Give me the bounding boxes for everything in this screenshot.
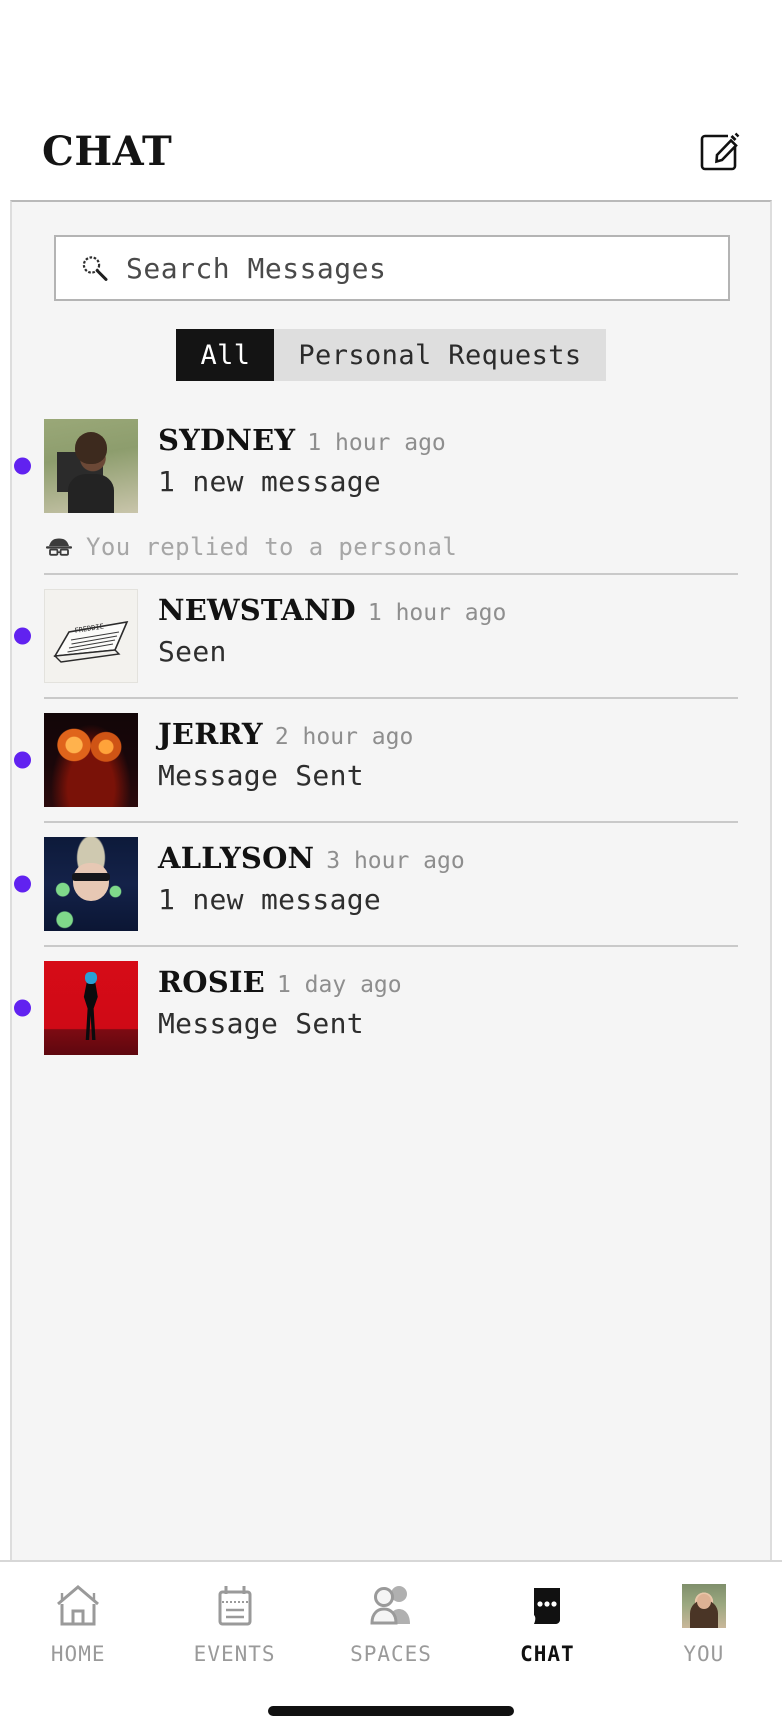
page-title: CHAT xyxy=(42,128,173,175)
home-indicator-area xyxy=(0,1686,782,1736)
tab-label: CHAT xyxy=(520,1642,575,1666)
conversation-name: ALLYSON xyxy=(158,841,315,875)
conversation-timestamp: 3 hour ago xyxy=(326,848,465,874)
conversation-content: ALLYSON 3 hour ago 1 new message xyxy=(138,837,738,916)
search-input[interactable] xyxy=(126,251,706,285)
status-bar-spacer xyxy=(0,0,782,104)
screen-header: CHAT xyxy=(0,104,782,200)
filter-tab-personal-requests[interactable]: Personal Requests xyxy=(274,329,605,381)
profile-avatar xyxy=(677,1580,731,1632)
conversation-row-sydney[interactable]: SYDNEY 1 hour ago 1 new message xyxy=(14,405,738,527)
conversation-name: JERRY xyxy=(158,717,263,751)
tab-label: EVENTS xyxy=(193,1642,276,1666)
conversation-timestamp: 1 hour ago xyxy=(367,600,507,626)
incognito-icon xyxy=(44,536,74,558)
unread-dot xyxy=(14,627,31,645)
conversation-timestamp: 1 day ago xyxy=(276,972,402,998)
tab-spaces[interactable]: SPACES xyxy=(313,1580,469,1666)
conversation-content: NEWSTAND 1 hour ago Seen xyxy=(138,589,738,668)
tab-events[interactable]: EVENTS xyxy=(156,1580,312,1666)
filter-segmented-control: All Personal Requests xyxy=(176,329,606,381)
unread-dot xyxy=(14,875,31,893)
bottom-navigation: HOME EVENTS SPACES CHAT YOU xyxy=(0,1560,782,1686)
tab-home[interactable]: HOME xyxy=(0,1580,156,1666)
conversation-row-allyson[interactable]: ALLYSON 3 hour ago 1 new message xyxy=(14,823,738,947)
rosie-red-silhouette-avatar xyxy=(44,961,138,1055)
conversation-header: ROSIE 1 day ago xyxy=(158,965,738,999)
allyson-portrait-avatar xyxy=(44,837,138,931)
chat-screen: CHAT Search Messages All Personal Reques… xyxy=(0,0,782,1736)
unread-dot xyxy=(14,999,31,1017)
conversation-preview: Seen xyxy=(158,635,227,668)
unread-dot xyxy=(14,751,31,769)
conversation-row-jerry[interactable]: JERRY 2 hour ago Message Sent xyxy=(14,699,738,823)
filter-row: All Personal Requests xyxy=(12,329,770,381)
calendar-icon xyxy=(208,1580,262,1632)
conversation-preview: Message Sent xyxy=(158,1007,364,1040)
tab-you[interactable]: YOU xyxy=(626,1580,782,1666)
conversation-name: SYDNEY xyxy=(158,423,296,457)
newspaper-sketch-avatar: FREDDIE xyxy=(44,589,138,683)
conversation-name: ROSIE xyxy=(158,965,265,999)
conversation-panel: All Personal Requests SYDNEY 1 hour ago … xyxy=(10,200,772,1560)
conversation-preview: Message Sent xyxy=(158,759,364,792)
conversation-header: SYDNEY 1 hour ago xyxy=(158,423,738,457)
people-group-icon xyxy=(364,1580,418,1632)
tab-label: HOME xyxy=(50,1642,106,1666)
compose-message-button[interactable] xyxy=(696,129,742,175)
tab-label: YOU xyxy=(683,1642,725,1666)
conversation-content: JERRY 2 hour ago Message Sent xyxy=(138,713,738,792)
conversation-preview: 1 new message xyxy=(158,465,382,498)
conversation-content: ROSIE 1 day ago Message Sent xyxy=(138,961,738,1040)
conversation-header: NEWSTAND 1 hour ago xyxy=(158,593,738,627)
conversation-timestamp: 1 hour ago xyxy=(307,430,446,456)
filter-tab-all[interactable]: All xyxy=(176,329,275,381)
conversation-list: SYDNEY 1 hour ago 1 new message You repl… xyxy=(12,405,770,1069)
compose-pencil-square-icon xyxy=(698,131,740,173)
home-indicator[interactable] xyxy=(268,1706,514,1716)
chat-bubble-icon xyxy=(520,1580,574,1632)
search-magnifier-icon xyxy=(78,252,110,284)
conversation-timestamp: 2 hour ago xyxy=(274,724,414,750)
jack-o-lanterns-avatar xyxy=(44,713,138,807)
sydney-portrait-avatar xyxy=(44,419,138,513)
search-bar[interactable] xyxy=(54,235,730,301)
unread-dot xyxy=(14,457,31,475)
conversation-header: ALLYSON 3 hour ago xyxy=(158,841,738,875)
conversation-name: NEWSTAND xyxy=(158,593,356,627)
conversation-sub-note-text: You replied to a personal xyxy=(86,533,458,561)
house-icon xyxy=(51,1580,105,1632)
conversation-content: SYDNEY 1 hour ago 1 new message xyxy=(138,419,738,498)
conversation-row-rosie[interactable]: ROSIE 1 day ago Message Sent xyxy=(14,947,738,1069)
conversation-sub-note-sydney: You replied to a personal xyxy=(44,533,738,573)
tab-label: SPACES xyxy=(350,1642,432,1666)
tab-chat[interactable]: CHAT xyxy=(469,1580,625,1666)
avatar xyxy=(681,1584,726,1628)
conversation-header: JERRY 2 hour ago xyxy=(158,717,738,751)
search-section xyxy=(12,202,770,301)
conversation-row-newstand[interactable]: FREDDIE NEWSTAND 1 hour ago Seen xyxy=(14,575,738,699)
conversation-preview: 1 new message xyxy=(158,883,382,916)
